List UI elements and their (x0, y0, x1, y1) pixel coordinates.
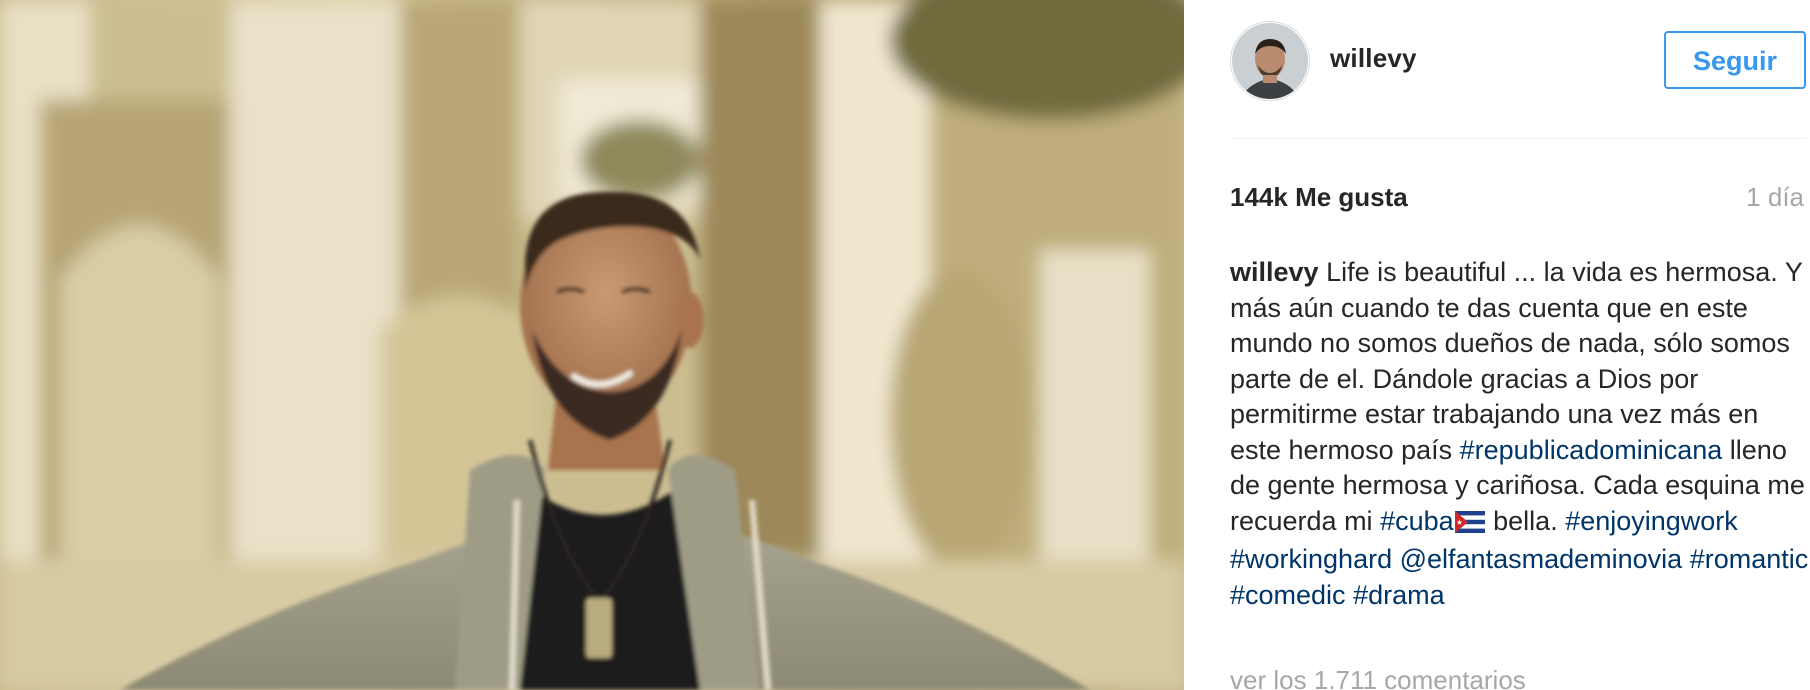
caption-author[interactable]: willevy (1230, 257, 1319, 287)
hashtag-link[interactable]: #republicadominicana (1460, 435, 1723, 465)
hashtag-link[interactable]: #drama (1353, 580, 1445, 610)
hashtag-link[interactable]: #cuba (1380, 506, 1454, 536)
caption-text: Life is beautiful ... la vida es hermosa… (1230, 257, 1803, 465)
avatar-icon (1230, 21, 1310, 101)
post-photo-image (0, 0, 1184, 690)
hashtag-link[interactable]: #workinghard (1230, 544, 1392, 574)
view-comments-link[interactable]: ver los 1.711 comentarios (1230, 665, 1526, 690)
post-time-ago[interactable]: 1 día (1746, 182, 1804, 213)
hashtag-link[interactable]: #enjoyingwork (1565, 506, 1738, 536)
header-divider (1230, 138, 1806, 139)
follow-button[interactable]: Seguir (1664, 31, 1806, 89)
post-username[interactable]: willevy (1330, 43, 1417, 74)
cuba-flag-icon (1454, 507, 1485, 543)
likes-count[interactable]: 144k Me gusta (1230, 182, 1408, 213)
caption-text (1392, 544, 1400, 574)
mention-link[interactable]: @elfantasmademinovia (1400, 544, 1683, 574)
post-caption: willevy Life is beautiful ... la vida es… (1230, 255, 1810, 613)
caption-text (1346, 580, 1354, 610)
caption-body: Life is beautiful ... la vida es hermosa… (1230, 257, 1808, 610)
caption-text: bella. (1485, 505, 1566, 536)
hashtag-link[interactable]: #romantic (1690, 544, 1809, 574)
instagram-post-page: willevy Seguir 144k Me gusta 1 día wille… (0, 0, 1810, 690)
profile-avatar[interactable] (1230, 21, 1310, 101)
hashtag-link[interactable]: #comedic (1230, 580, 1346, 610)
caption-text (1682, 544, 1690, 574)
post-photo[interactable] (0, 0, 1184, 690)
